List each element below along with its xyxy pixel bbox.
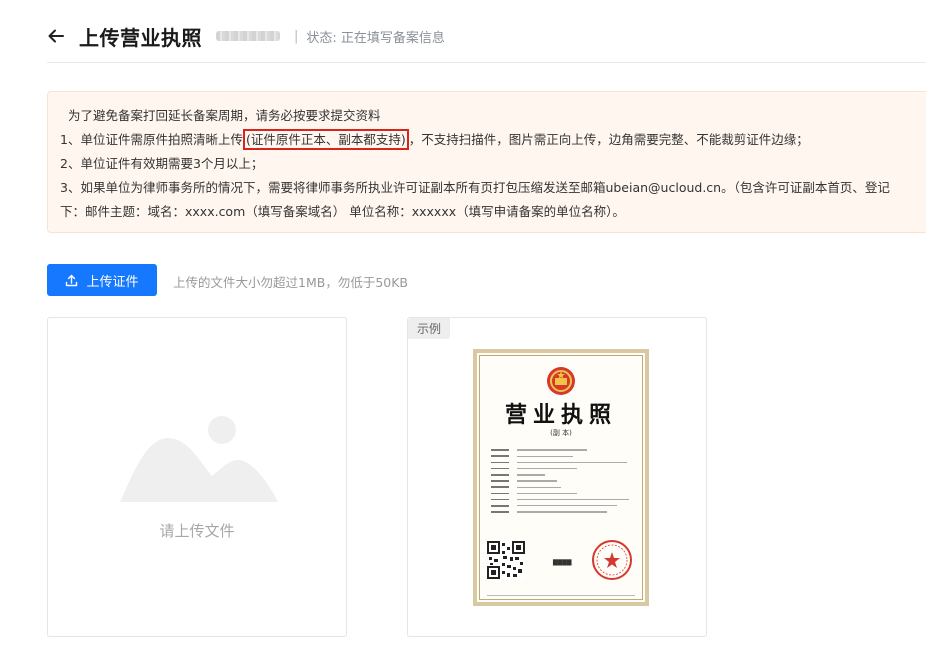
upload-document-button[interactable]: 上传证件	[47, 264, 157, 296]
license-title: 营业执照	[504, 402, 617, 428]
national-emblem-icon	[547, 367, 575, 395]
upload-button-label: 上传证件	[86, 274, 139, 290]
upload-icon	[66, 274, 78, 286]
notice-box: 为了避免备案打回延长备案周期，请务必按要求提交资料 1、单位证件需原件拍照清晰上…	[47, 91, 926, 233]
example-card: 示例 营业执照 (副 本) ▇▇▇▇	[407, 317, 707, 637]
blurred-domain-name	[216, 31, 280, 41]
notice-item-1: 1、单位证件需原件拍照清晰上传 (证件原件正本、副本都支持) ，不支持扫描件，图片需…	[60, 128, 926, 152]
qr-code-icon	[487, 541, 525, 579]
business-license-example-image: 营业执照 (副 本) ▇▇▇▇	[473, 349, 649, 606]
upload-placeholder-text: 请上传文件	[159, 522, 235, 540]
notice-intro: 为了避免备案打回延长备案周期，请务必按要求提交资料	[68, 108, 381, 123]
license-registration-label: ▇▇▇▇	[553, 559, 572, 566]
notice-item-1-rest: ，不支持扫描件，图片需正向上传，边角需要完整、不能裁剪证件边缘；	[408, 132, 809, 147]
image-placeholder-icon	[120, 416, 278, 502]
status-text: 状态: 正在填写备案信息	[306, 30, 445, 46]
notice-item-3: 3、如果单位为律师事务所的情况下，需要将律师事务所执业许可证副本所有页打包压缩发…	[60, 180, 890, 195]
back-arrow-icon[interactable]	[47, 27, 65, 45]
page-title: 上传营业执照	[79, 25, 202, 50]
upload-size-hint: 上传的文件大小勿超过1MB，勿低于50KB	[173, 275, 408, 290]
license-footer-line	[487, 594, 635, 596]
upload-drop-area[interactable]: 请上传文件	[47, 317, 347, 637]
header-separator: |	[294, 28, 299, 44]
page-header: 上传营业执照 | 状态: 正在填写备案信息	[47, 22, 445, 50]
notice-item-3-continued: 下：邮件主题：域名：xxxx.com（填写备案域名） 单位名称：xxxxxx（填…	[60, 204, 625, 219]
notice-item-2: 2、单位证件有效期需要3个月以上；	[60, 156, 264, 171]
notice-item-1-text: 1、单位证件需原件拍照清晰上传	[60, 132, 243, 147]
header-divider	[47, 62, 926, 63]
notice-item-1-highlight: (证件原件正本、副本都支持)	[242, 129, 409, 150]
official-seal-icon	[592, 540, 632, 580]
license-subtitle: (副 本)	[550, 429, 572, 437]
license-field-lines	[491, 447, 637, 515]
example-tag: 示例	[408, 318, 451, 339]
